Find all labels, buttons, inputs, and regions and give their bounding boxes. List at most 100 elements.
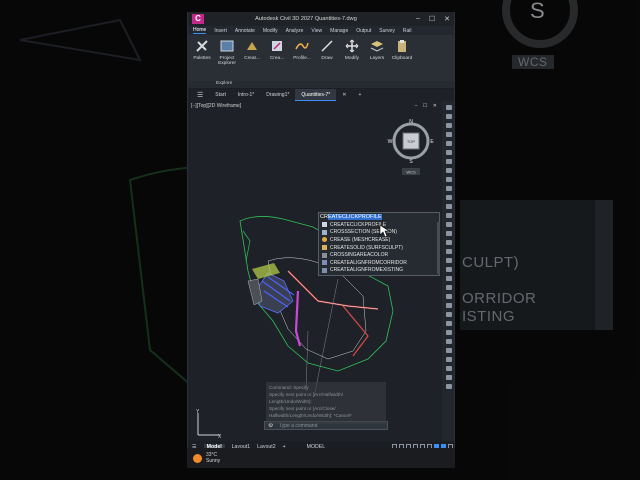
nav-tool-icon[interactable] xyxy=(446,213,452,218)
nav-tool-icon[interactable] xyxy=(446,123,452,128)
nav-tool-icon[interactable] xyxy=(446,141,452,146)
create-ground-data-icon xyxy=(245,39,259,53)
draw-button[interactable]: Draw xyxy=(316,37,338,79)
nav-tool-icon[interactable] xyxy=(446,177,452,182)
tab-quantities-7[interactable]: Quantities-7* xyxy=(295,89,337,101)
create-ground-data-button[interactable]: Creat... xyxy=(241,37,263,79)
alignment-icon xyxy=(322,267,327,273)
dynamic-input[interactable]: CR EATECLICKPROFILE xyxy=(318,212,382,221)
maximize-icon[interactable]: ☐ xyxy=(429,15,435,23)
nav-tool-icon[interactable] xyxy=(446,231,452,236)
autocomplete-selection: EATECLICKPROFILE xyxy=(327,213,382,220)
ribbon-tab-view[interactable]: View xyxy=(311,28,322,34)
project-explorer-button[interactable]: Project Explorer xyxy=(216,37,238,79)
palettes-button[interactable]: Palettes xyxy=(191,37,213,79)
nav-tool-icon[interactable] xyxy=(446,357,452,362)
menu-icon[interactable]: ☰ xyxy=(191,91,209,99)
tab-intro-1[interactable]: Intro-1* xyxy=(232,89,260,101)
layers-button[interactable]: Layers xyxy=(366,37,388,79)
create-ground-data-label: Creat... xyxy=(244,56,260,61)
nav-tool-icon[interactable] xyxy=(446,384,452,389)
autocomplete-list: CREATECLICKPROFILE CROSSSECTION (SECTION… xyxy=(318,221,436,274)
autocomplete-item-label: CREATEALIGNFROMCORRIDOR xyxy=(330,259,407,266)
nav-tool-icon[interactable] xyxy=(446,204,452,209)
minimize-icon[interactable]: – xyxy=(416,15,420,23)
nav-tool-icon[interactable] xyxy=(446,150,452,155)
weather-widget[interactable]: 33°C Sunny xyxy=(193,452,220,464)
windows-taskbar: 33°C Sunny xyxy=(187,448,455,468)
new-tab-icon[interactable]: + xyxy=(352,89,367,101)
ucs-icon: Y X xyxy=(196,409,222,439)
nav-tool-icon[interactable] xyxy=(446,105,452,110)
ribbon-tab-modify[interactable]: Modify xyxy=(263,28,278,34)
svg-text:X: X xyxy=(218,434,222,439)
create-design-label: Crea... xyxy=(269,56,285,61)
project-explorer-label: Project Explorer xyxy=(218,56,236,66)
create-design-button[interactable]: Crea... xyxy=(266,37,288,79)
tab-drawing1[interactable]: Drawing1* xyxy=(260,89,295,101)
svg-text:Y: Y xyxy=(196,409,200,415)
palettes-label: Palettes xyxy=(193,56,211,61)
autocomplete-item[interactable]: CREATEALIGNFROMEXISTING xyxy=(318,267,436,275)
nav-tool-icon[interactable] xyxy=(446,321,452,326)
autocomplete-scrollbar[interactable] xyxy=(437,222,440,274)
navigation-bar[interactable] xyxy=(442,101,454,441)
ribbon-tab-home[interactable]: Home xyxy=(193,27,207,34)
nav-tool-icon[interactable] xyxy=(446,249,452,254)
nav-tool-icon[interactable] xyxy=(446,258,452,263)
alignment-icon xyxy=(322,260,327,266)
nav-tool-icon[interactable] xyxy=(446,195,452,200)
nav-tool-icon[interactable] xyxy=(446,114,452,119)
clipboard-button[interactable]: Clipboard xyxy=(391,37,413,79)
autocomplete-item[interactable]: CROSSSECTION (SECTION) xyxy=(318,229,436,237)
ribbon-tab-survey[interactable]: Survey xyxy=(379,28,395,34)
command-history-line: Length/Undo/Width]: xyxy=(269,399,312,404)
command-history: Command: Specify Specify next point or [… xyxy=(266,382,386,424)
nav-tool-icon[interactable] xyxy=(446,312,452,317)
profile-view-icon xyxy=(295,39,309,53)
ribbon-tab-annotate[interactable]: Annotate xyxy=(235,28,255,34)
nav-tool-icon[interactable] xyxy=(446,276,452,281)
window-title: Autodesk Civil 3D 2027 Quantities-7.dwg xyxy=(255,16,357,22)
command-history-line: Specify next point or [Arc/Close/ xyxy=(269,406,336,411)
nav-tool-icon[interactable] xyxy=(446,375,452,380)
nav-tool-icon[interactable] xyxy=(446,303,452,308)
ribbon-tab-rail[interactable]: Rail xyxy=(403,28,412,34)
autocomplete-item-label: CREATECLICKPROFILE xyxy=(330,221,387,228)
nav-tool-icon[interactable] xyxy=(446,285,452,290)
nav-tool-icon[interactable] xyxy=(446,168,452,173)
tab-close-icon[interactable]: ✕ xyxy=(336,89,352,101)
nav-tool-icon[interactable] xyxy=(446,267,452,272)
autocomplete-item[interactable]: CREASE (MESHCREASE) xyxy=(318,236,436,244)
nav-tool-icon[interactable] xyxy=(446,222,452,227)
ribbon-tabs: Home Insert Annotate Modify Analyze View… xyxy=(188,26,454,35)
modify-button[interactable]: Modify xyxy=(341,37,363,79)
nav-tool-icon[interactable] xyxy=(446,366,452,371)
command-history-line: Specify next point or [Arc/Halfwidth/ xyxy=(269,392,343,397)
close-icon[interactable]: ✕ xyxy=(444,15,450,23)
ribbon-tab-manage[interactable]: Manage xyxy=(330,28,348,34)
weather-condition: Sunny xyxy=(206,458,221,464)
autocomplete-item[interactable]: CREATEALIGNFROMCORRIDOR xyxy=(318,259,436,267)
draw-label: Draw xyxy=(321,56,333,61)
ribbon-tab-insert[interactable]: Insert xyxy=(214,28,227,34)
autocomplete-item[interactable]: CREATECLICKPROFILE xyxy=(318,221,436,229)
nav-tool-icon[interactable] xyxy=(446,294,452,299)
profile-view-button[interactable]: Profile... xyxy=(291,37,313,79)
nav-tool-icon[interactable] xyxy=(446,348,452,353)
modify-label: Modify xyxy=(344,56,360,61)
nav-tool-icon[interactable] xyxy=(446,132,452,137)
title-bar: C Autodesk Civil 3D 2027 Quantities-7.dw… xyxy=(188,12,454,26)
nav-tool-icon[interactable] xyxy=(446,159,452,164)
project-explorer-icon xyxy=(220,39,234,53)
autocomplete-item[interactable]: CREATESOLID (SURFSCULPT) xyxy=(318,244,436,252)
nav-tool-icon[interactable] xyxy=(446,330,452,335)
nav-tool-icon[interactable] xyxy=(446,186,452,191)
crease-icon xyxy=(322,237,327,243)
nav-tool-icon[interactable] xyxy=(446,339,452,344)
ribbon-tab-output[interactable]: Output xyxy=(356,28,371,34)
tab-start[interactable]: Start xyxy=(209,89,232,101)
nav-tool-icon[interactable] xyxy=(446,240,452,245)
ribbon-tab-analyze[interactable]: Analyze xyxy=(286,28,304,34)
autocomplete-item[interactable]: CROSSINGAREACOLOR xyxy=(318,251,436,259)
